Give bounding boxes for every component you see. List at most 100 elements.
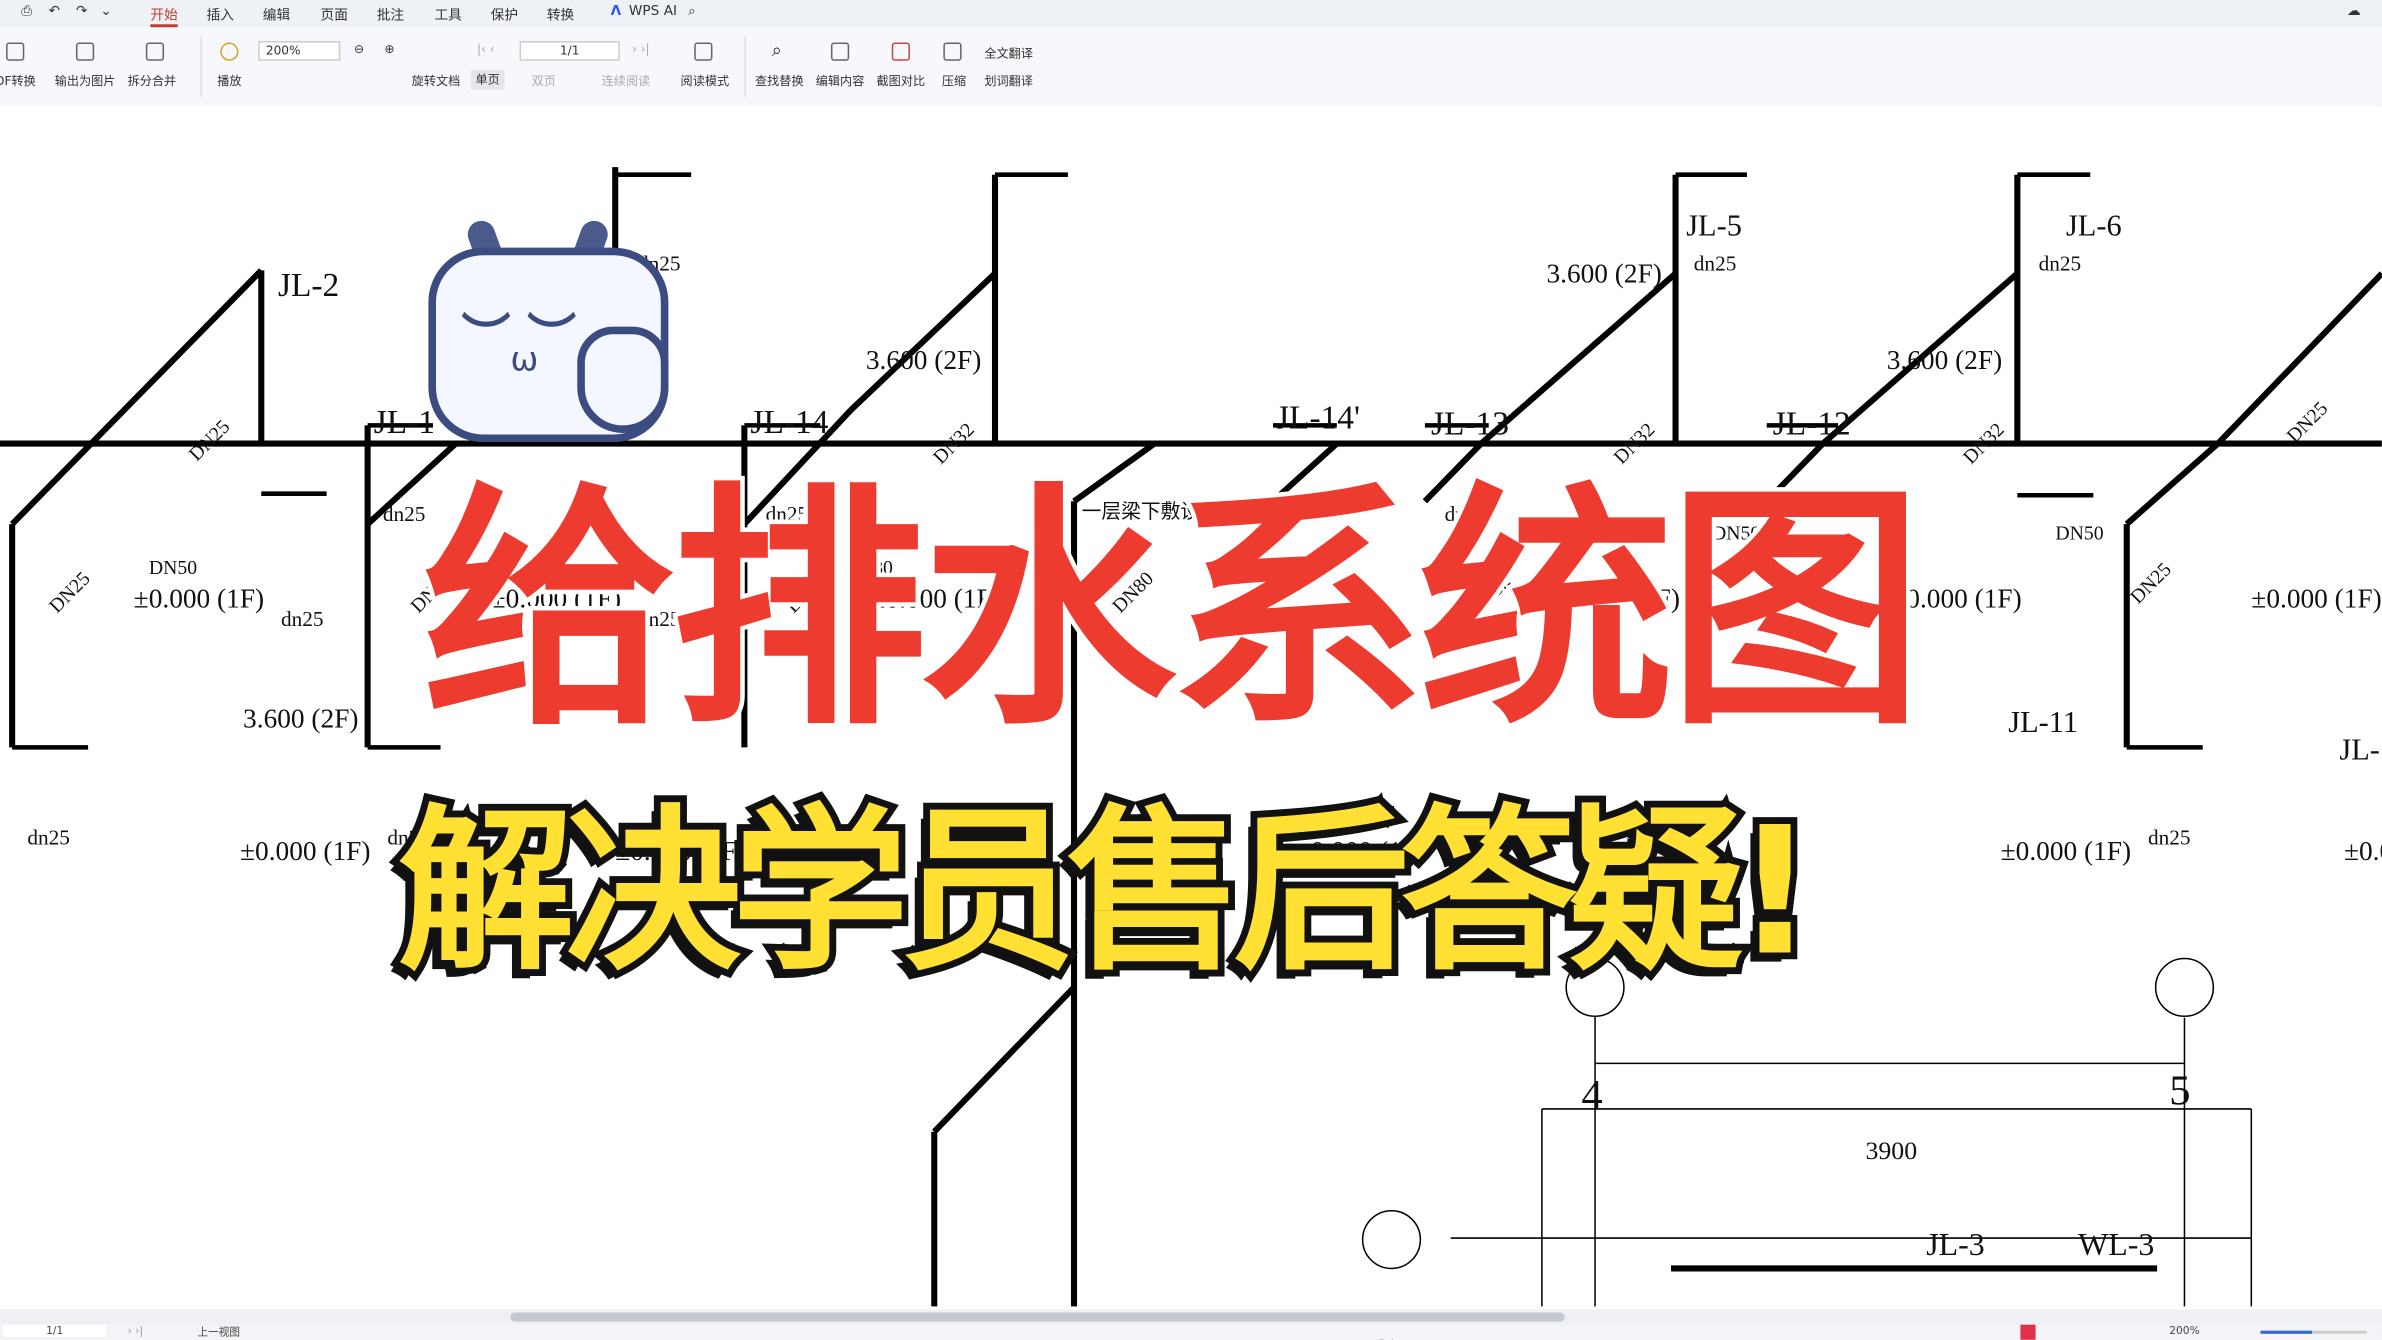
video-subtitle: 解决学员售后答疑! bbox=[391, 789, 1822, 996]
tab-convert[interactable]: 转换 bbox=[547, 5, 574, 24]
status-page-input[interactable]: 1/1 bbox=[3, 1324, 107, 1337]
play-icon bbox=[220, 42, 239, 61]
tab-insert[interactable]: 插入 bbox=[207, 5, 234, 24]
drawing-label: ±0.000 (1F) bbox=[133, 583, 265, 614]
search-icon: ⌕ bbox=[771, 39, 782, 61]
edit-content-button[interactable]: 编辑内容 bbox=[816, 73, 865, 90]
drawing-label: dn25 bbox=[2038, 253, 2082, 277]
drawing-label: JL-12 bbox=[1772, 404, 1851, 443]
drawing-label: dn25 bbox=[382, 504, 426, 528]
wps-ai-logo-icon: Λ bbox=[610, 4, 622, 20]
page-input[interactable]: 1/1 bbox=[519, 41, 620, 61]
drawing-label: ±0.0 bbox=[2343, 835, 2382, 866]
branch-pipe bbox=[932, 985, 1077, 1134]
export-image-button[interactable]: 输出为图片 bbox=[55, 73, 116, 90]
full-translate-button[interactable]: 全文翻译 bbox=[984, 46, 1033, 63]
compare-button[interactable]: 截图对比 bbox=[877, 73, 926, 90]
single-page-button[interactable]: 单页 bbox=[470, 69, 505, 90]
split-merge-button[interactable]: 拆分合并 bbox=[128, 73, 177, 90]
drawing-label: JL- bbox=[2339, 733, 2380, 768]
drawing-label: dn25 bbox=[1693, 253, 1737, 277]
scrollbar-thumb[interactable] bbox=[510, 1312, 1565, 1322]
mascot-sticker: ︶ ︶ ω bbox=[425, 216, 676, 448]
drawing-label: 3.600 (2F) bbox=[865, 344, 982, 376]
compare-icon bbox=[891, 42, 910, 61]
zoom-slider[interactable] bbox=[2260, 1330, 2367, 1334]
video-title: 给排水系统图 bbox=[418, 461, 1928, 760]
next-page-icon[interactable]: › ›| bbox=[632, 43, 650, 57]
prev-view-button[interactable]: 上一视图 bbox=[197, 1325, 240, 1340]
wps-pdf-window: ⎙ ↶ ↷ ⌄ 开始 插入 编辑 页面 批注 工具 保护 转换 Λ WPS AI… bbox=[0, 0, 2382, 1340]
find-replace-button[interactable]: 查找替换 bbox=[755, 73, 804, 90]
rotate-button[interactable]: 旋转文档 bbox=[412, 73, 461, 90]
pdf-drawing-canvas[interactable]: JL-2 JL-1 JL-14 JL-14' JL-13 JL-12 JL-5 JL-6 JL-… bbox=[0, 106, 2382, 1340]
chevron-down-icon[interactable]: ⌄ bbox=[100, 5, 111, 20]
horizontal-scrollbar[interactable] bbox=[0, 1309, 2382, 1325]
zoom-select[interactable]: 200% bbox=[258, 41, 341, 61]
tab-wps-ai[interactable]: WPS AI bbox=[629, 5, 677, 20]
drawing-label: 5 bbox=[2169, 1067, 2191, 1116]
status-zoom[interactable]: 200% bbox=[2169, 1325, 2199, 1337]
branch-pipe bbox=[848, 271, 998, 413]
search-icon[interactable]: ⌕ bbox=[688, 5, 696, 20]
status-bar: 1/1 › ›| 上一视图 200% bbox=[0, 1324, 2382, 1340]
play-button[interactable]: 播放 bbox=[217, 73, 241, 90]
drawing-label: dn25 bbox=[281, 609, 324, 632]
branch-pipe bbox=[1479, 271, 1678, 446]
tab-edit[interactable]: 编辑 bbox=[263, 5, 290, 24]
book-icon bbox=[694, 42, 713, 61]
drawing-label: 3.600 (2F) bbox=[1546, 258, 1662, 289]
branch-pipe bbox=[2124, 441, 2220, 527]
split-merge-icon bbox=[145, 42, 165, 61]
drawing-label: dn25 bbox=[2148, 827, 2191, 851]
zoom-out-icon[interactable]: ⊖ bbox=[354, 43, 364, 57]
drawing-label: 3.600 (2F) bbox=[1886, 344, 2003, 376]
branch-pipe bbox=[88, 268, 264, 446]
drawing-label: JL-13 bbox=[1430, 404, 1509, 443]
branch-pipe bbox=[9, 441, 94, 527]
axis-bubble bbox=[1361, 1209, 1422, 1270]
pdf-convert-button[interactable]: PDF转换 bbox=[0, 73, 36, 90]
drawing-label: JL-2 bbox=[277, 265, 340, 304]
drawing-label: DN50 bbox=[2055, 521, 2104, 544]
word-translate-button[interactable]: 划词翻译 bbox=[984, 73, 1033, 90]
compress-button[interactable]: 压缩 bbox=[942, 73, 966, 90]
play-icon[interactable] bbox=[2020, 1324, 2036, 1340]
drawing-label: 3.600 (2F) bbox=[243, 703, 359, 734]
next-page-icon[interactable]: › ›| bbox=[128, 1325, 143, 1337]
pdf-convert-icon bbox=[6, 42, 25, 61]
export-image-icon bbox=[75, 42, 95, 61]
drawing-label: ±0.000 (1F) bbox=[2251, 583, 2382, 614]
drawing-label: dn25 bbox=[27, 827, 70, 851]
edit-content-icon bbox=[830, 42, 850, 61]
print-icon[interactable]: ⎙ bbox=[21, 5, 32, 20]
tab-tools[interactable]: 工具 bbox=[434, 5, 461, 24]
ribbon-toolbar: PDF转换 输出为图片 拆分合并 播放 200% ⊖ ⊕ |‹ ‹ 1/1 › … bbox=[0, 27, 2382, 108]
drawing-label: JL-11 bbox=[2008, 706, 2079, 740]
tab-comment[interactable]: 批注 bbox=[377, 5, 404, 24]
tab-protect[interactable]: 保护 bbox=[491, 5, 518, 24]
drawing-label: JL-5 bbox=[1686, 209, 1742, 244]
drawing-label: WL-3 bbox=[2078, 1225, 2155, 1263]
drawing-label: ±0.000 (1F) bbox=[240, 835, 371, 866]
drawing-label: 4 bbox=[1581, 1072, 1603, 1120]
read-mode-button[interactable]: 阅读模式 bbox=[681, 73, 730, 90]
continuous-read-button[interactable]: 连续阅读 bbox=[602, 73, 651, 90]
drawing-label: JL-14' bbox=[1276, 398, 1361, 436]
cloud-icon[interactable]: ☁ bbox=[2347, 5, 2361, 20]
redo-icon[interactable]: ↷ bbox=[76, 5, 87, 20]
double-page-button[interactable]: 双页 bbox=[532, 73, 556, 90]
first-page-icon[interactable]: |‹ ‹ bbox=[477, 43, 495, 57]
axis-bubble bbox=[2154, 957, 2215, 1018]
drawing-label: ±0.000 (1F) bbox=[2000, 835, 2132, 866]
drawing-label: 3900 bbox=[1865, 1136, 1918, 1166]
drawing-label: JL-3 bbox=[1926, 1225, 1985, 1263]
undo-icon[interactable]: ↶ bbox=[49, 5, 60, 20]
compress-icon bbox=[943, 42, 962, 61]
tab-page[interactable]: 页面 bbox=[321, 5, 348, 24]
zoom-in-icon[interactable]: ⊕ bbox=[384, 43, 394, 57]
drawing-label: DN50 bbox=[148, 555, 198, 579]
tab-home[interactable]: 开始 bbox=[150, 5, 178, 28]
drawing-label: JL-6 bbox=[2065, 209, 2122, 244]
menu-tab-bar: ⎙ ↶ ↷ ⌄ 开始 插入 编辑 页面 批注 工具 保护 转换 Λ WPS AI… bbox=[0, 0, 2382, 28]
